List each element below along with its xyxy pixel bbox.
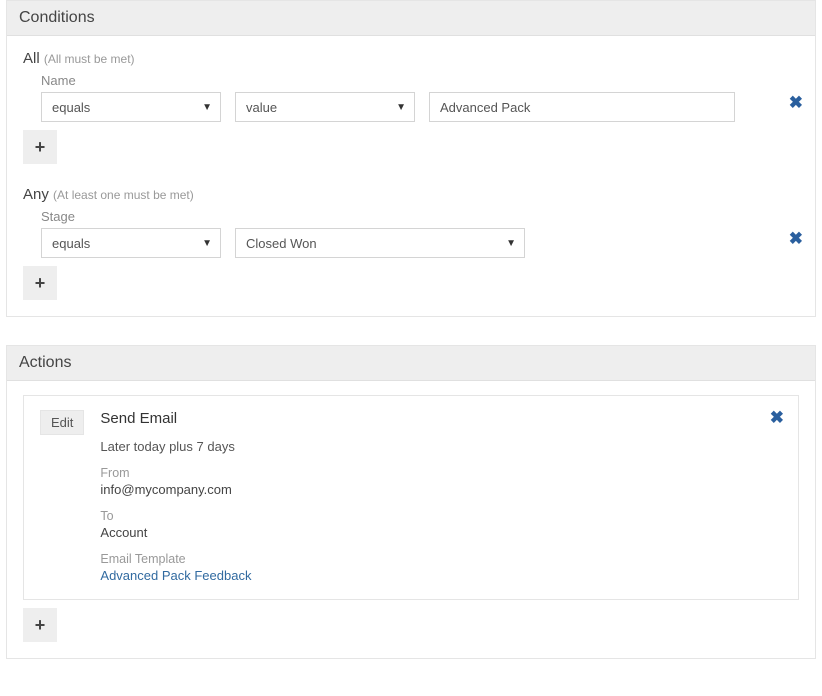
conditions-any-title-text: Any: [23, 186, 49, 203]
condition-controls-stage: equals Closed Won: [41, 228, 799, 258]
plus-icon: +: [35, 273, 46, 294]
conditions-any-title: Any (At least one must be met): [23, 186, 799, 203]
plus-icon: +: [35, 137, 46, 158]
conditions-any-note: (At least one must be met): [53, 188, 194, 202]
conditions-any-group: Any (At least one must be met) Stage equ…: [23, 186, 799, 300]
actions-panel: Actions Edit Send Email Later today plus…: [6, 345, 816, 659]
remove-action-icon[interactable]: ✖: [770, 408, 784, 428]
add-all-condition-button[interactable]: +: [23, 130, 57, 164]
condition-row-name: Name equals value ✖: [41, 73, 799, 122]
action-template: Email Template Advanced Pack Feedback: [100, 552, 782, 583]
plus-icon: +: [35, 615, 46, 636]
condition-field-label: Name: [41, 73, 799, 88]
action-to-label: To: [100, 509, 782, 523]
action-from: From info@mycompany.com: [100, 466, 782, 497]
action-from-value: info@mycompany.com: [100, 482, 782, 497]
actions-header: Actions: [7, 346, 815, 381]
action-title: Send Email: [100, 410, 782, 427]
remove-condition-icon[interactable]: ✖: [789, 93, 803, 113]
value-input[interactable]: [429, 92, 735, 122]
action-from-label: From: [100, 466, 782, 480]
add-any-condition-button[interactable]: +: [23, 266, 57, 300]
conditions-all-title: All (All must be met): [23, 50, 799, 67]
conditions-header: Conditions: [7, 1, 815, 36]
value-select-stage[interactable]: Closed Won: [235, 228, 525, 258]
conditions-panel: Conditions All (All must be met) Name eq…: [6, 0, 816, 317]
operator-select[interactable]: equals: [41, 92, 221, 122]
condition-field-label-stage: Stage: [41, 209, 799, 224]
operator-select-value: equals: [52, 100, 90, 115]
value-select-stage-value: Closed Won: [246, 236, 317, 251]
action-item: Edit Send Email Later today plus 7 days …: [23, 395, 799, 600]
action-to-value: Account: [100, 525, 782, 540]
actions-body: Edit Send Email Later today plus 7 days …: [7, 381, 815, 658]
mode-select[interactable]: value: [235, 92, 415, 122]
action-template-link[interactable]: Advanced Pack Feedback: [100, 568, 782, 583]
action-schedule: Later today plus 7 days: [100, 439, 782, 454]
conditions-body: All (All must be met) Name equals value …: [7, 36, 815, 316]
condition-controls: equals value: [41, 92, 799, 122]
conditions-all-note: (All must be met): [44, 52, 135, 66]
mode-select-value: value: [246, 100, 277, 115]
add-action-button[interactable]: +: [23, 608, 57, 642]
conditions-all-group: All (All must be met) Name equals value …: [23, 50, 799, 164]
operator-select-stage-value: equals: [52, 236, 90, 251]
action-to: To Account: [100, 509, 782, 540]
operator-select-stage[interactable]: equals: [41, 228, 221, 258]
edit-action-button[interactable]: Edit: [40, 410, 84, 435]
remove-condition-icon-stage[interactable]: ✖: [789, 229, 803, 249]
conditions-all-title-text: All: [23, 50, 40, 67]
action-template-label: Email Template: [100, 552, 782, 566]
condition-row-stage: Stage equals Closed Won ✖: [41, 209, 799, 258]
action-content: Send Email Later today plus 7 days From …: [100, 410, 782, 583]
